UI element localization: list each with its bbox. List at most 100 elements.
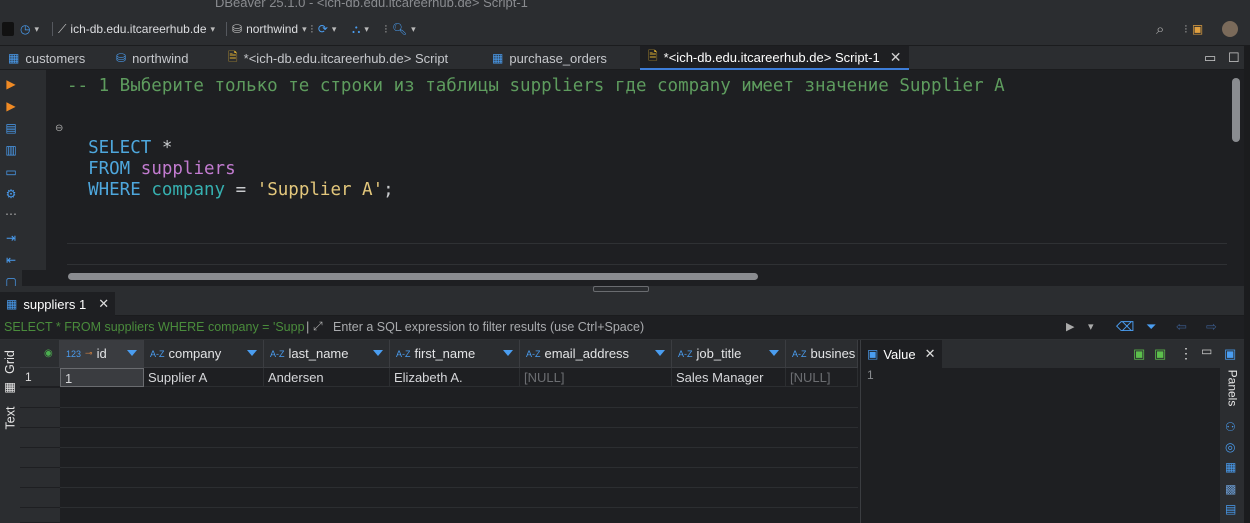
sort-icon[interactable] — [373, 350, 383, 356]
load-script-icon[interactable]: ▥ — [3, 142, 19, 158]
tab-panels[interactable]: Panels — [1220, 364, 1244, 412]
table-cell[interactable]: [NULL] — [520, 368, 672, 387]
toolbar-separator — [226, 22, 227, 36]
global-search-button[interactable]: ⌕ — [1156, 20, 1164, 38]
editor-vertical-scrollbar[interactable] — [1232, 78, 1240, 142]
close-icon[interactable]: ✕ — [925, 346, 936, 362]
row-header-corner: ◉ — [20, 340, 60, 368]
account-button[interactable] — [1222, 20, 1238, 38]
column-name: company — [151, 180, 226, 200]
menu-icon[interactable]: ⋮ — [1179, 345, 1193, 362]
editor-side-toolbar: ▶ ▶ ▤ ▥ ▭ ⚙ ⋯ ⇥ ⇤ ▢ — [0, 70, 22, 290]
import-icon[interactable]: ⇤ — [3, 252, 19, 268]
results-tab-bar: ▦ suppliers 1 ✕ — [0, 292, 1250, 316]
window-titlebar: DBeaver 25.1.0 - <ich-db.edu.itcareerhub… — [0, 0, 1250, 12]
sort-icon[interactable] — [503, 350, 513, 356]
execute-statement-icon[interactable]: ▶ — [3, 76, 19, 92]
commit-mode-button[interactable]: ⛬ ▾ — [352, 20, 369, 38]
table-cell[interactable]: Sales Manager — [672, 368, 786, 387]
table-cell[interactable]: Andersen — [264, 368, 390, 387]
value-text[interactable]: 1 — [867, 368, 874, 382]
table-cell[interactable]: 1 — [60, 368, 144, 387]
database-icon: ⛁ — [116, 51, 127, 65]
close-icon[interactable]: ✕ — [98, 296, 109, 312]
value-panel-header: ▣ Value ✕ ▣ ▣ ⋮ ▭ — [861, 340, 1221, 368]
tab-script-1[interactable]: 🗎 *<ich-db.edu.itcareerhub.de> Script-1 … — [640, 46, 910, 70]
keyword-where: WHERE — [88, 180, 141, 200]
explain-plan-icon[interactable]: ▤ — [3, 120, 19, 136]
column-header-first-name[interactable]: A-Z first_name — [390, 340, 520, 368]
tree-icon: ⛬ — [352, 21, 361, 36]
table-cell[interactable]: Elizabeth A. — [390, 368, 520, 387]
column-header-company[interactable]: A-Z company — [144, 340, 264, 368]
database-selector[interactable]: ⛁ northwind ▾ — [232, 20, 307, 38]
column-header-last-name[interactable]: A-Z last_name — [264, 340, 390, 368]
column-header-business[interactable]: A-Z busines — [786, 340, 858, 368]
group-icon[interactable]: ◎ — [1225, 440, 1235, 454]
tab-northwind[interactable]: ⛁ northwind — [108, 46, 196, 70]
row-number[interactable]: 1 — [20, 368, 60, 387]
console-icon[interactable]: ▭ — [3, 164, 19, 180]
column-header-id[interactable]: 123 ⊸ id — [60, 340, 144, 368]
avatar — [1222, 21, 1238, 37]
expand-icon[interactable]: ⤢ — [313, 319, 323, 334]
calc-icon[interactable]: ▦ — [1225, 460, 1236, 474]
tab-grid[interactable]: Grid — [0, 344, 20, 380]
eraser-icon[interactable]: ⌫ — [1116, 319, 1134, 335]
back-icon[interactable]: ⇦ — [1176, 319, 1187, 335]
apply-filter-icon[interactable]: ▶ — [1066, 320, 1074, 333]
metadata-icon[interactable]: ⚇ — [1225, 420, 1236, 434]
tab-purchase-orders[interactable]: ▦ purchase_orders — [484, 46, 615, 70]
settings-icon[interactable]: ⚙ — [3, 186, 19, 202]
tab-label: *<ich-db.edu.itcareerhub.de> Script-1 — [663, 49, 880, 65]
filter-cursor: | — [306, 319, 310, 334]
filter-input[interactable]: Enter a SQL expression to filter results… — [333, 320, 644, 334]
sort-icon[interactable] — [655, 350, 665, 356]
transaction-mode-button[interactable]: ⁝ ⟳ ▾ — [310, 20, 336, 38]
tab-results[interactable]: ▦ suppliers 1 ✕ — [0, 292, 116, 316]
sort-icon[interactable] — [769, 350, 779, 356]
save-to-file-icon[interactable]: ▣ — [1154, 346, 1166, 362]
empty-rows — [60, 388, 858, 523]
sort-icon[interactable] — [247, 350, 257, 356]
table-cell[interactable]: Supplier A — [144, 368, 264, 387]
editor-horizontal-scrollbar[interactable] — [68, 273, 758, 280]
tab-label: purchase_orders — [509, 50, 607, 66]
tab-script[interactable]: 🗎 *<ich-db.edu.itcareerhub.de> Script — [220, 46, 456, 70]
history-button[interactable]: ◷ ▾ — [20, 20, 39, 38]
chart-icon[interactable]: ▩ — [1225, 482, 1236, 496]
toolbar-separator — [52, 22, 53, 36]
column-header-email-address[interactable]: A-Z email_address — [520, 340, 672, 368]
more-icon[interactable]: ⋯ — [3, 206, 19, 222]
filter-icon[interactable]: ⏷ — [1146, 319, 1156, 335]
tab-value[interactable]: ▣ Value ✕ — [861, 340, 942, 368]
search-dropdown-button[interactable]: ⁝ 🔍︎ ▾ — [384, 20, 416, 38]
save-icon[interactable]: ▣ — [1133, 346, 1145, 362]
semicolon: ; — [383, 180, 394, 200]
value-panel-title: Value — [883, 346, 916, 362]
export-icon[interactable]: ⇥ — [3, 230, 19, 246]
editor-tab-bar: ▦ customers ⛁ northwind 🗎 *<ich-db.edu.i… — [0, 46, 1250, 70]
filter-history-icon[interactable]: ▾ — [1088, 320, 1094, 333]
grid-icon[interactable]: ▦ — [0, 376, 20, 396]
database-label: northwind — [246, 22, 299, 36]
execute-script-icon[interactable]: ▶ — [3, 98, 19, 114]
status-dot-icon: ◉ — [44, 348, 53, 359]
tab-text[interactable]: Text — [0, 400, 20, 436]
panels-icon[interactable]: ▣ — [1224, 346, 1236, 362]
column-header-job-title[interactable]: A-Z job_title — [672, 340, 786, 368]
minimize-icon[interactable]: ▭ — [1201, 344, 1212, 358]
perspective-button[interactable]: ⁝ ▣ — [1184, 20, 1203, 38]
forward-icon[interactable]: ⇨ — [1206, 319, 1217, 335]
results-grid[interactable]: ◉ 123 ⊸ id A-Z company A-Z last_name A-Z firs… — [20, 340, 858, 523]
connection-selector[interactable]: ⟋ ich-db.edu.itcareerhub.de ▾ — [58, 20, 215, 38]
table-icon: ▦ — [6, 297, 18, 311]
sort-icon[interactable] — [127, 350, 137, 356]
tab-customers[interactable]: ▦ customers — [0, 46, 93, 70]
fold-icon[interactable]: ⊖ — [55, 123, 63, 134]
perspective-icon: ▣ — [1191, 22, 1204, 36]
editor-gutter — [22, 70, 46, 270]
references-icon[interactable]: ▤ — [1225, 502, 1236, 516]
table-cell[interactable]: [NULL] — [786, 368, 858, 387]
close-icon[interactable]: ✕ — [890, 49, 902, 66]
